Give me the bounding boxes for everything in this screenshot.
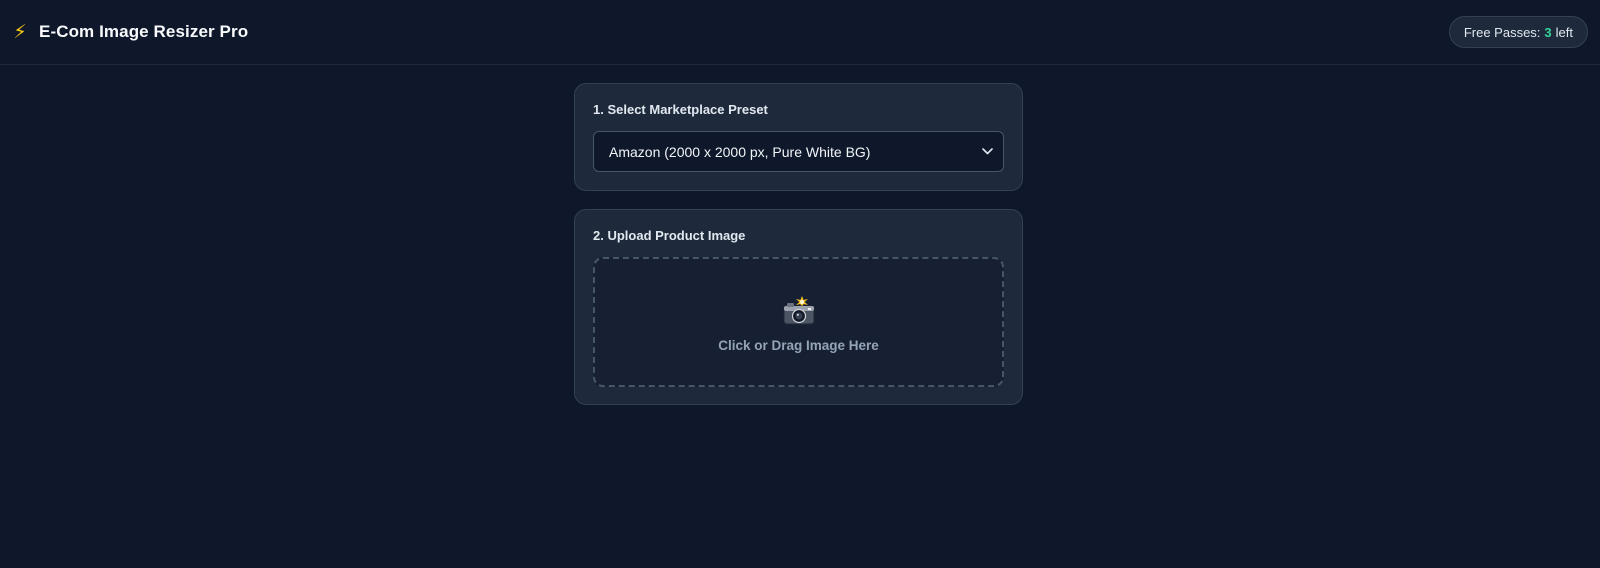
lightning-bolt-icon: ⚡ xyxy=(13,21,27,43)
image-dropzone[interactable]: Click or Drag Image Here xyxy=(593,257,1004,387)
preset-card: 1. Select Marketplace Preset Amazon (200… xyxy=(574,83,1023,191)
free-passes-badge: Free Passes: 3 left xyxy=(1448,16,1588,48)
selected-preset-value: Amazon (2000 x 2000 px, Pure White BG) xyxy=(609,143,871,160)
marketplace-preset-select[interactable]: Amazon (2000 x 2000 px, Pure White BG) xyxy=(593,131,1004,172)
free-passes-count: 3 xyxy=(1544,24,1552,40)
upload-label: 2. Upload Product Image xyxy=(593,228,746,243)
app-header: ⚡ E-Com Image Resizer Pro Free Passes: 3… xyxy=(0,0,1600,65)
camera-flash-icon xyxy=(781,295,817,326)
chevron-down-icon xyxy=(981,146,993,158)
dropzone-text: Click or Drag Image Here xyxy=(718,337,879,353)
free-passes-prefix: Free Passes: xyxy=(1463,24,1541,40)
upload-card: 2. Upload Product Image Click or Drag Im… xyxy=(574,209,1023,405)
free-passes-suffix: left xyxy=(1555,24,1573,40)
app-title: E-Com Image Resizer Pro xyxy=(39,22,249,41)
brand: ⚡ E-Com Image Resizer Pro xyxy=(10,22,248,42)
preset-label: 1. Select Marketplace Preset xyxy=(593,102,768,117)
